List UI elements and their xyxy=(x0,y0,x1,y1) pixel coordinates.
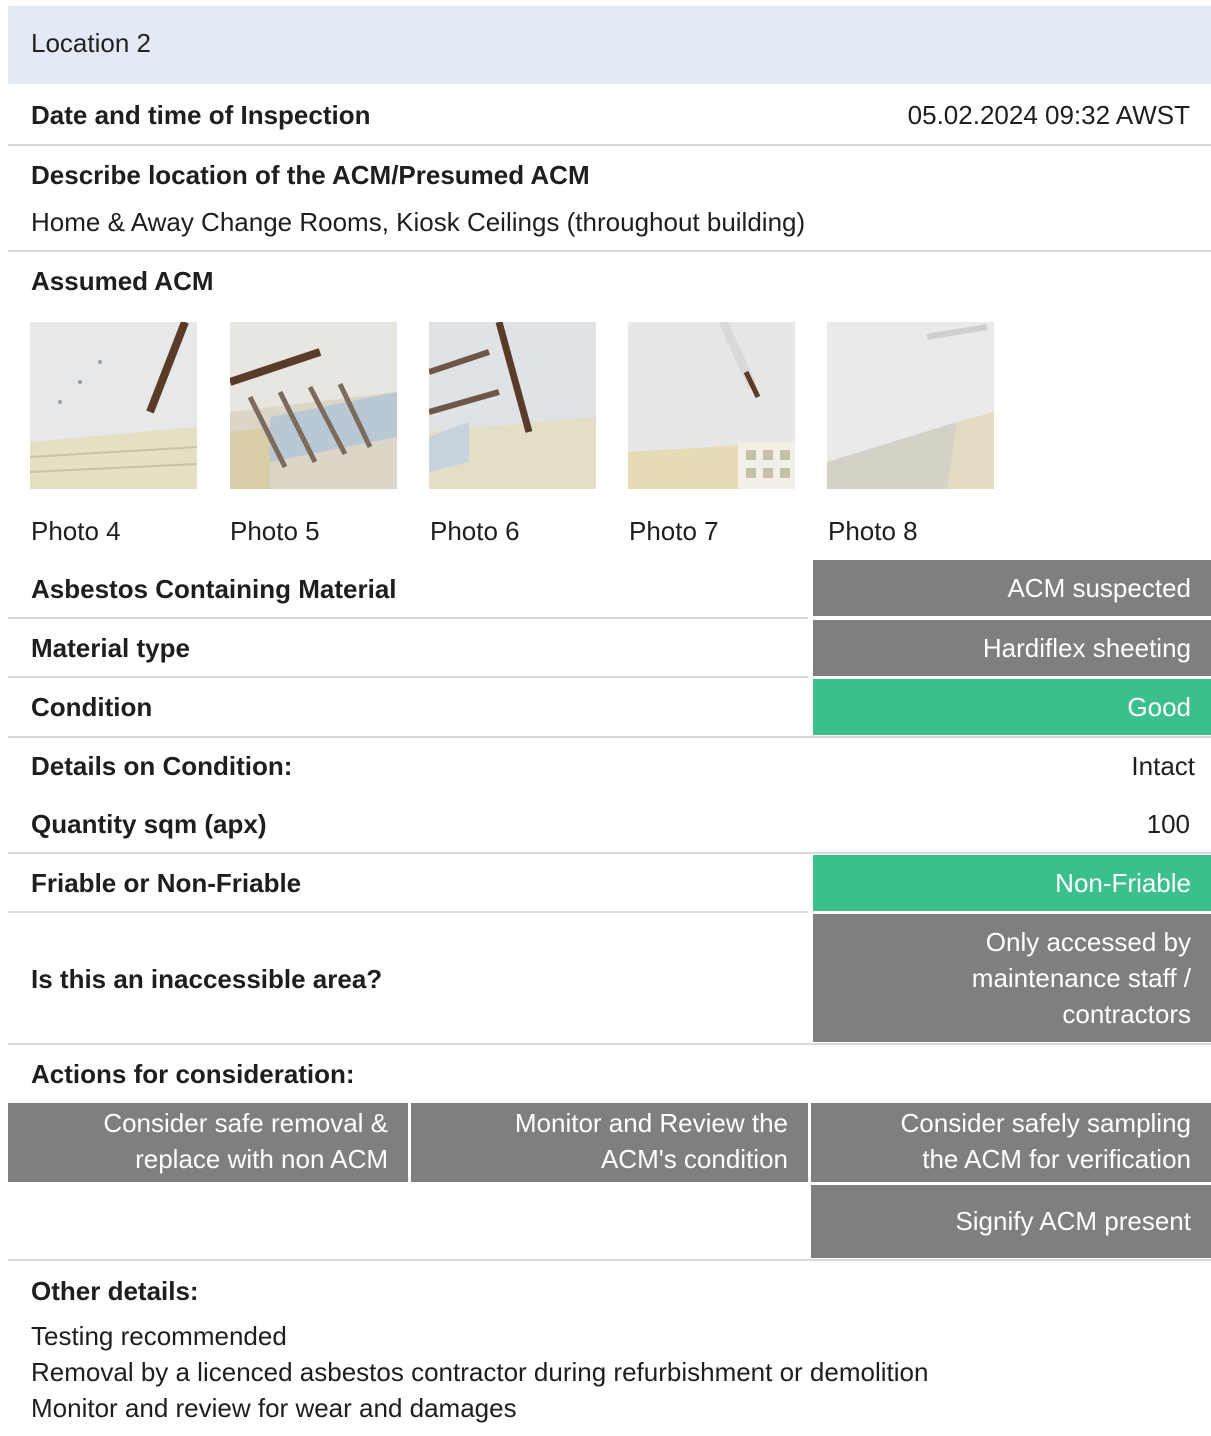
details-condition-label: Details on Condition: xyxy=(31,751,293,781)
inaccessible-line: Only accessed by xyxy=(985,927,1191,957)
other-details-line: Monitor and review for wear and damages xyxy=(31,1393,517,1423)
divider xyxy=(8,250,1211,252)
action-line: the ACM for verification xyxy=(922,1144,1191,1174)
location-title: Location 2 xyxy=(31,28,151,58)
action-monitor-review: Monitor and Review the ACM's condition xyxy=(411,1103,808,1182)
divider xyxy=(8,852,1211,854)
action-safe-removal: Consider safe removal & replace with non… xyxy=(8,1103,408,1182)
photo-5-image[interactable] xyxy=(230,322,397,489)
action-line: Monitor and Review the xyxy=(514,1108,788,1138)
inaccessible-badge: Only accessed by maintenance staff / con… xyxy=(813,914,1211,1042)
inaccessible-line: maintenance staff / xyxy=(971,963,1191,993)
divider xyxy=(8,911,808,913)
quantity-label: Quantity sqm (apx) xyxy=(31,809,267,839)
other-details-label: Other details: xyxy=(31,1276,199,1306)
divider xyxy=(8,676,808,678)
location-description-value: Home & Away Change Rooms, Kiosk Ceilings… xyxy=(31,207,806,237)
action-line: replace with non ACM xyxy=(135,1144,388,1174)
divider xyxy=(8,736,1211,738)
inspection-date-label: Date and time of Inspection xyxy=(31,100,371,130)
photo-7-image[interactable] xyxy=(628,322,795,489)
acm-status-badge: ACM suspected xyxy=(813,560,1211,616)
photo-4-image[interactable] xyxy=(30,322,197,489)
photo-4-caption: Photo 4 xyxy=(31,516,121,546)
friable-badge: Non-Friable xyxy=(813,855,1211,911)
inaccessible-line: contractors xyxy=(1062,999,1191,1029)
acm-label: Asbestos Containing Material xyxy=(31,574,397,604)
material-type-badge: Hardiflex sheeting xyxy=(813,620,1211,676)
photo-6-image[interactable] xyxy=(429,322,596,489)
other-details-list: Testing recommended Removal by a licence… xyxy=(31,1318,928,1426)
divider xyxy=(8,144,1211,146)
location-header xyxy=(8,6,1211,84)
action-line: ACM's condition xyxy=(600,1144,788,1174)
condition-label: Condition xyxy=(31,692,153,722)
assumed-acm-label: Assumed ACM xyxy=(31,266,214,296)
divider xyxy=(8,1259,1211,1261)
divider xyxy=(8,617,808,619)
photo-5-caption: Photo 5 xyxy=(230,516,320,546)
other-details-line: Testing recommended xyxy=(31,1321,287,1351)
location-description-label: Describe location of the ACM/Presumed AC… xyxy=(31,160,590,190)
condition-badge: Good xyxy=(813,679,1211,735)
divider xyxy=(8,1043,1211,1045)
inspection-date-value: 05.02.2024 09:32 AWST xyxy=(907,100,1190,130)
quantity-value: 100 xyxy=(1146,809,1190,839)
action-line: Consider safely sampling xyxy=(900,1108,1191,1138)
actions-label: Actions for consideration: xyxy=(31,1059,355,1089)
inaccessible-label: Is this an inaccessible area? xyxy=(31,964,383,994)
details-condition-value: Intact xyxy=(1131,751,1195,781)
friable-label: Friable or Non-Friable xyxy=(31,868,302,898)
action-signify-acm: Signify ACM present xyxy=(811,1185,1211,1258)
other-details-line: Removal by a licenced asbestos contracto… xyxy=(31,1357,929,1387)
material-type-label: Material type xyxy=(31,633,190,663)
action-safe-sampling: Consider safely sampling the ACM for ver… xyxy=(811,1103,1211,1182)
photo-6-caption: Photo 6 xyxy=(430,516,520,546)
photo-7-caption: Photo 7 xyxy=(629,516,719,546)
photo-8-caption: Photo 8 xyxy=(828,516,918,546)
photo-8-image[interactable] xyxy=(827,322,994,489)
action-line: Consider safe removal & xyxy=(103,1108,388,1138)
